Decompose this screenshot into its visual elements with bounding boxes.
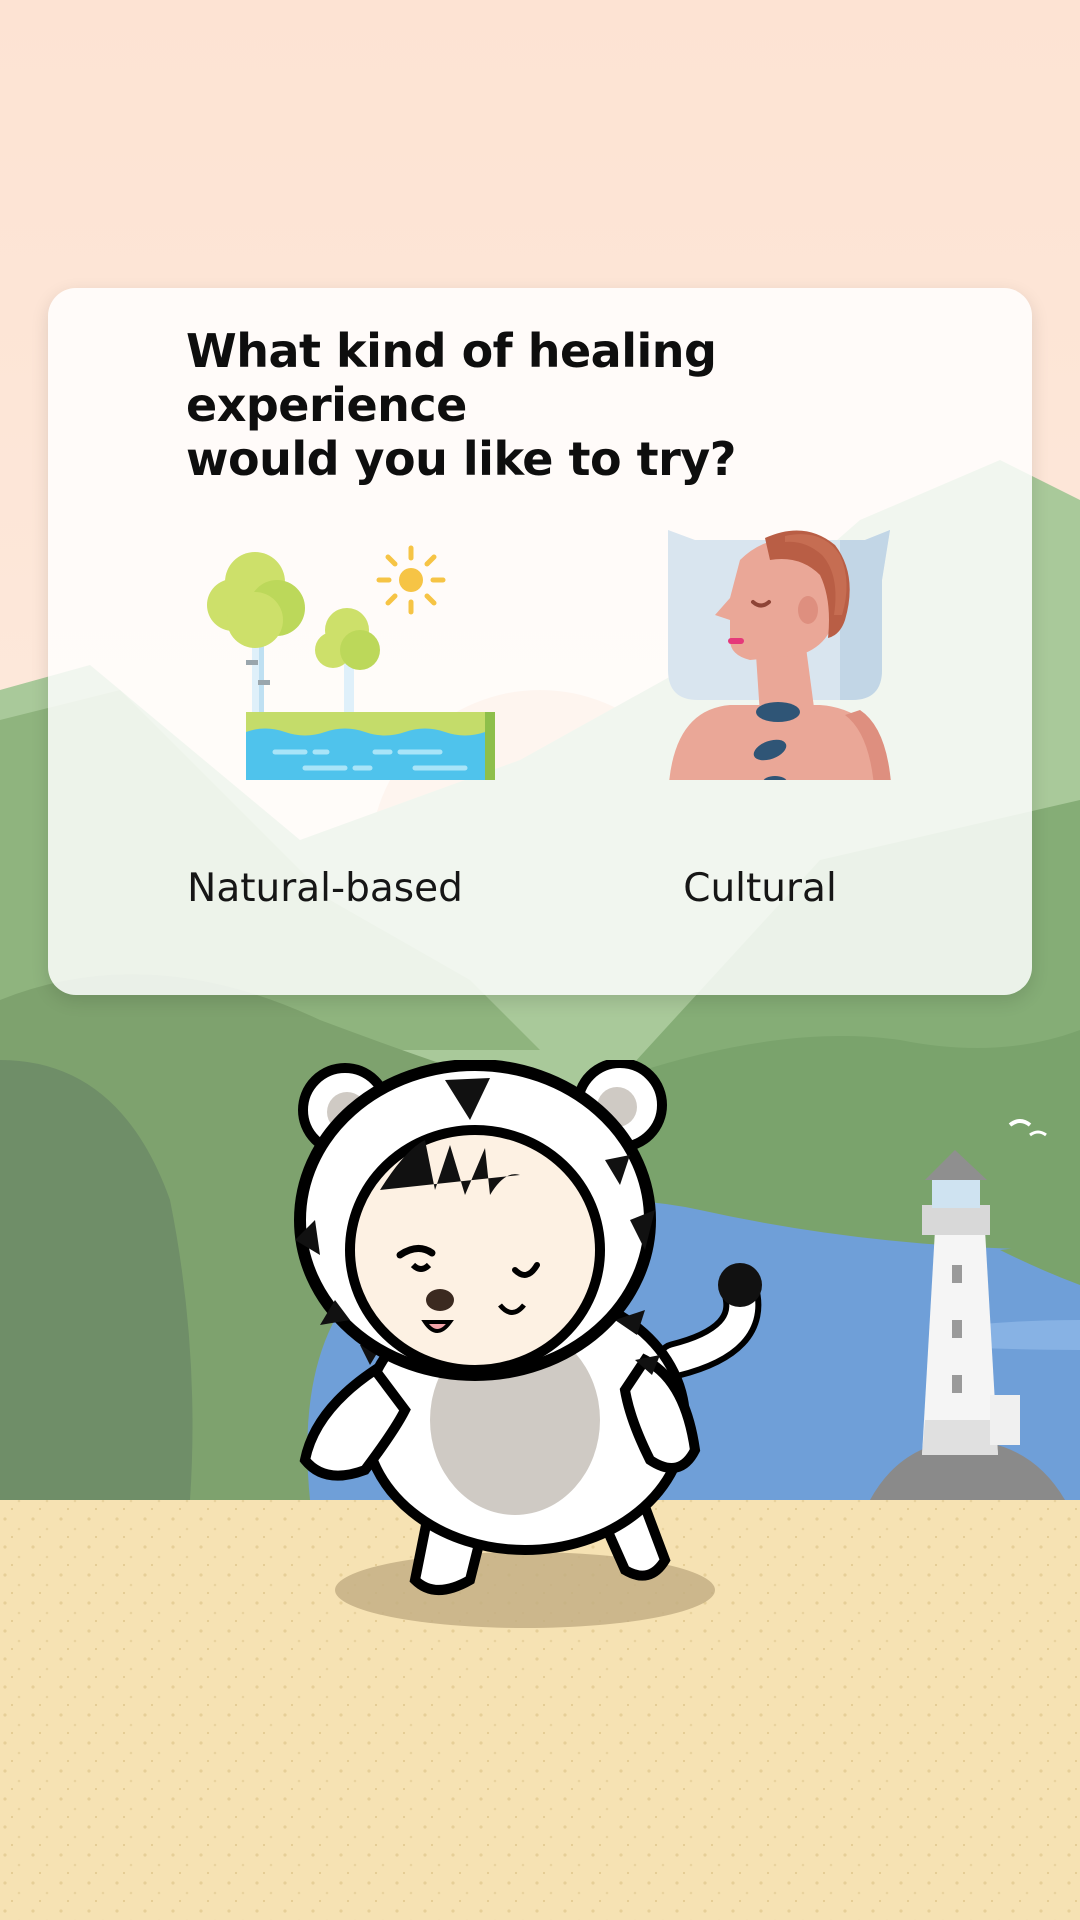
hot-stone-massage-icon [668, 530, 891, 780]
question-card: What kind of healing experience would yo… [48, 288, 1032, 995]
question-line-1: What kind of healing experience [186, 324, 717, 432]
question-line-2: would you like to try? [186, 432, 736, 486]
nature-landscape-icon [207, 545, 495, 780]
tiger-mascot [294, 1060, 762, 1628]
option-label-cultural: Cultural [683, 866, 837, 911]
option-cultural[interactable] [590, 520, 930, 780]
option-natural-based[interactable] [155, 520, 495, 780]
option-label-natural-based: Natural-based [187, 866, 463, 911]
question-title: What kind of healing experience would yo… [186, 324, 946, 486]
